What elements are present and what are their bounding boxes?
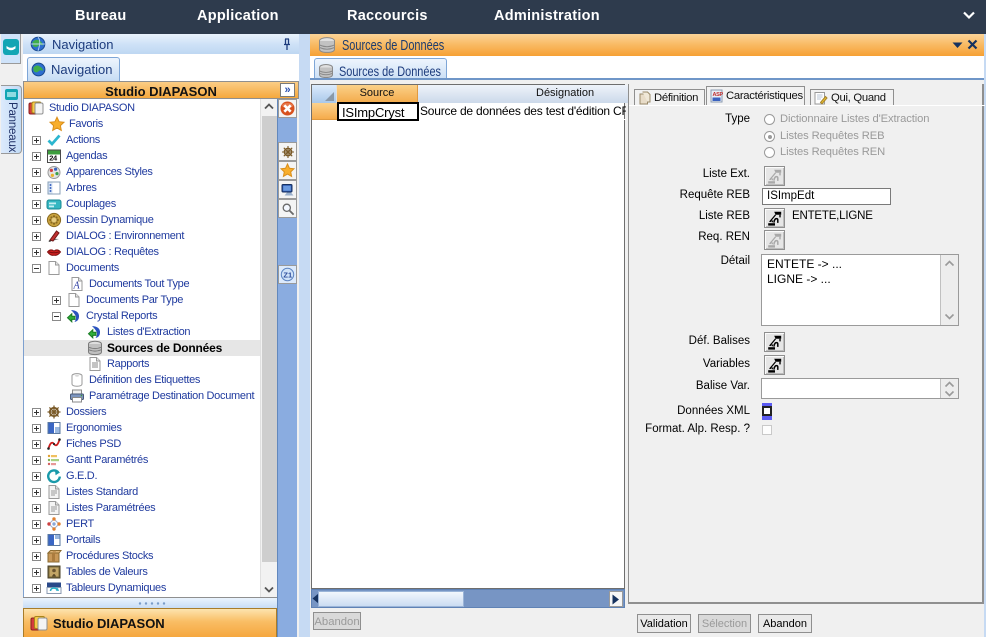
svg-text:Z1: Z1: [283, 270, 292, 279]
svg-text:24: 24: [49, 154, 58, 163]
svg-text:A: A: [73, 281, 81, 292]
svg-text:ASP: ASP: [713, 92, 724, 98]
